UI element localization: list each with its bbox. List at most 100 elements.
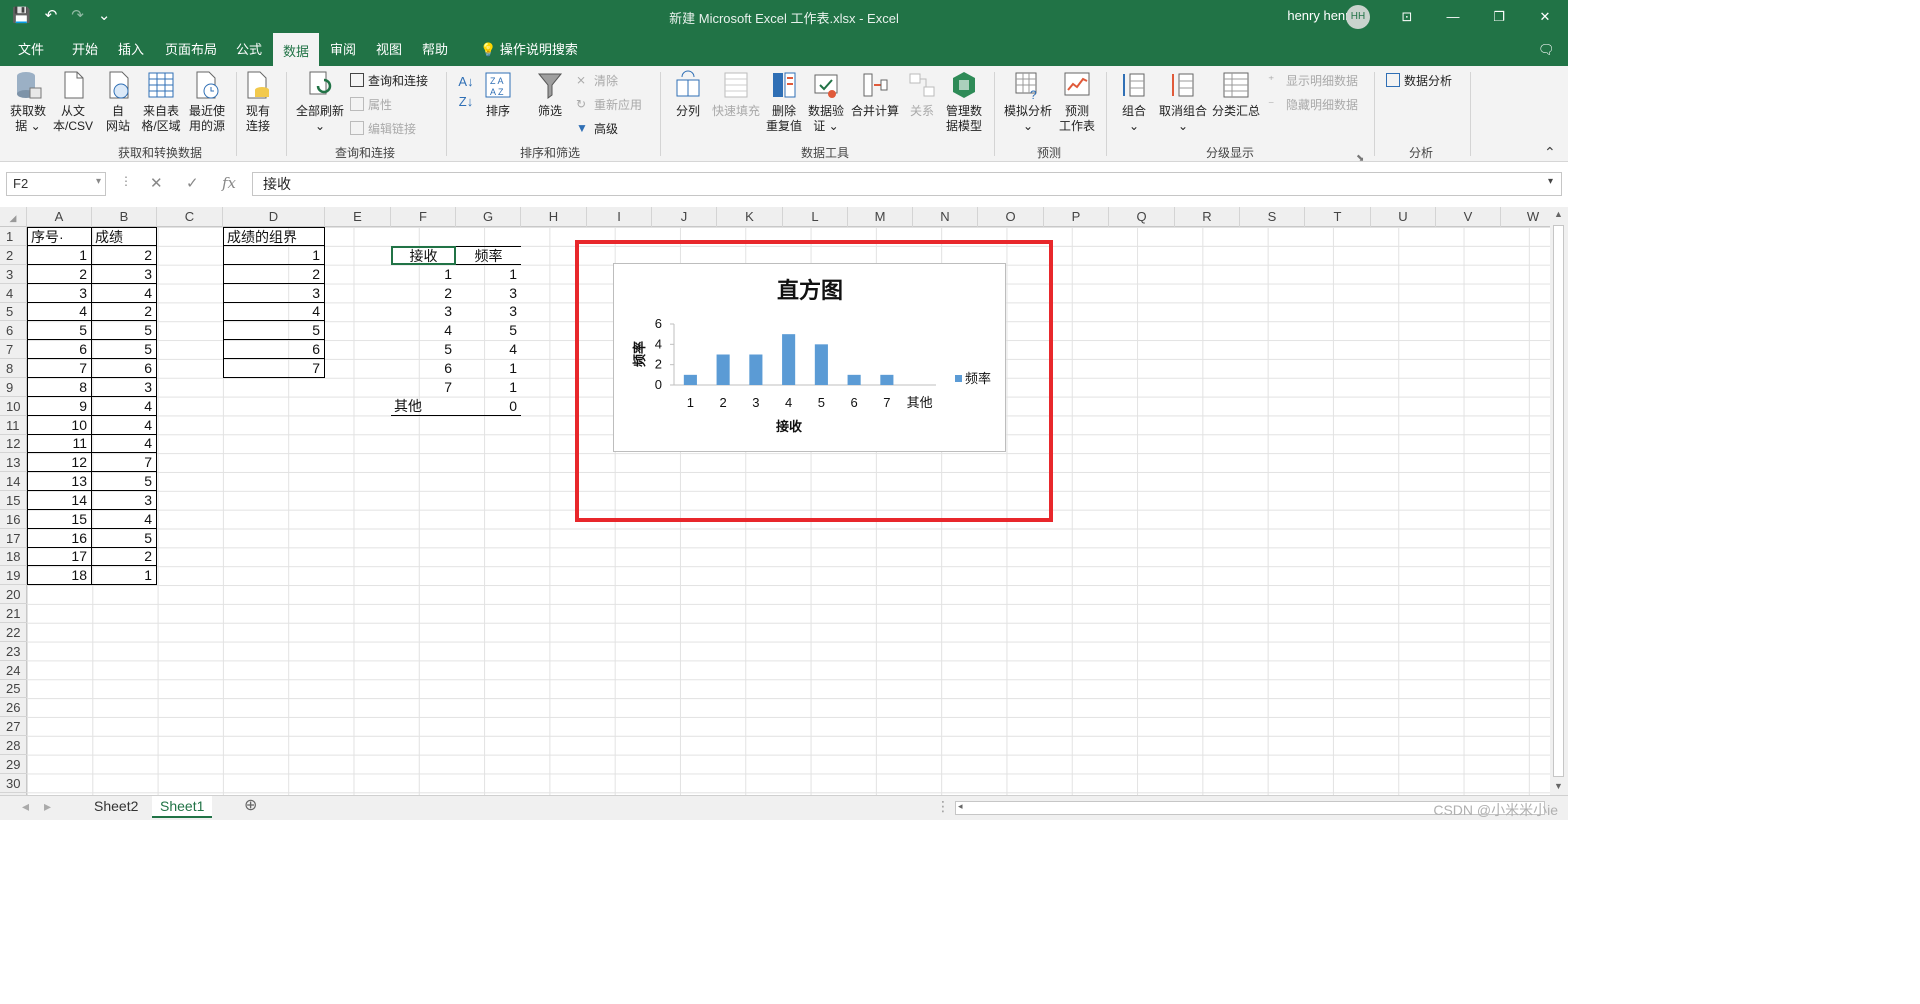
cell-a1[interactable]: 序号· (27, 227, 92, 246)
column-header-n[interactable]: N (913, 207, 978, 227)
cell-d1[interactable]: 成绩的组界 (223, 227, 325, 246)
cell-f2[interactable]: 接收 (391, 245, 456, 265)
row-header-20[interactable]: 20 (0, 585, 27, 605)
table-row-id[interactable]: 6 (27, 340, 92, 360)
data-validation-button[interactable]: 数据验 证 ⌄ (804, 70, 848, 134)
column-header-m[interactable]: M (848, 207, 913, 227)
subtotal-button[interactable]: 分类汇总 (1210, 70, 1262, 119)
row-header-8[interactable]: 8 (0, 359, 27, 378)
histogram-chart[interactable]: 直方图 0 2 4 6 1 2 3 4 5 6 7 其他 接收 频率 频率 (613, 263, 1006, 452)
properties-button[interactable]: 属性 (350, 94, 392, 114)
clear-button[interactable]: ⨯ 清除 (576, 70, 618, 90)
from-table-button[interactable]: 来自表 格/区域 (138, 70, 184, 134)
frequency-cell[interactable]: 5 (456, 321, 521, 340)
row-header-19[interactable]: 19 (0, 566, 27, 586)
scroll-up-icon[interactable]: ▲ (1554, 209, 1563, 219)
row-header-11[interactable]: 11 (0, 416, 27, 435)
from-csv-button[interactable]: 从文 本/CSV (50, 70, 96, 134)
row-header-13[interactable]: 13 (0, 453, 27, 473)
table-row-id[interactable]: 4 (27, 302, 92, 322)
column-header-l[interactable]: L (783, 207, 848, 227)
row-header-23[interactable]: 23 (0, 642, 27, 661)
table-row-score[interactable]: 4 (92, 509, 157, 529)
filter-button[interactable]: 筛选 (530, 70, 570, 119)
table-row-score[interactable]: 6 (92, 358, 157, 378)
add-sheet-icon[interactable]: ⊕ (236, 796, 265, 818)
restore-icon[interactable]: ❐ (1476, 0, 1522, 33)
bin-receive-cell[interactable]: 7 (391, 378, 456, 397)
column-header-k[interactable]: K (717, 207, 783, 227)
cell-g2[interactable]: 频率 (456, 245, 521, 265)
table-row-id[interactable]: 13 (27, 472, 92, 492)
row-header-27[interactable]: 27 (0, 717, 27, 737)
data-analysis-button[interactable]: 数据分析 (1386, 70, 1452, 90)
avatar[interactable]: HH (1346, 5, 1370, 29)
table-row-id[interactable]: 11 (27, 434, 92, 454)
sort-button[interactable]: Z AA Z 排序 (480, 70, 516, 119)
column-header-i[interactable]: I (587, 207, 652, 227)
minimize-icon[interactable]: — (1430, 0, 1476, 33)
bin-cell[interactable]: 3 (223, 283, 325, 303)
column-header-o[interactable]: O (978, 207, 1044, 227)
consolidate-button[interactable]: 合并计算 (848, 70, 902, 119)
table-row-id[interactable]: 1 (27, 245, 92, 265)
bin-cell[interactable]: 5 (223, 321, 325, 341)
row-header-14[interactable]: 14 (0, 472, 27, 492)
get-data-button[interactable]: 获取数 据 ⌄ (4, 70, 52, 134)
row-header-22[interactable]: 22 (0, 623, 27, 642)
row-header-9[interactable]: 9 (0, 378, 27, 397)
table-row-score[interactable]: 3 (92, 490, 157, 510)
sheet-tab-sheet2[interactable]: Sheet2 (86, 796, 146, 818)
row-header-1[interactable]: 1 (0, 227, 27, 246)
frequency-cell[interactable]: 3 (456, 302, 521, 321)
frequency-cell[interactable]: 4 (456, 340, 521, 359)
forecast-sheet-button[interactable]: 预测 工作表 (1056, 70, 1098, 134)
select-all-corner[interactable]: ◢ (0, 207, 27, 227)
row-header-2[interactable]: 2 (0, 246, 27, 265)
tell-me-search[interactable]: 💡 操作说明搜索 (470, 33, 588, 66)
column-header-w[interactable]: W (1501, 207, 1550, 227)
table-row-id[interactable]: 12 (27, 453, 92, 473)
name-box-dropdown-icon[interactable]: ▾ (96, 176, 101, 187)
column-header-d[interactable]: D (223, 207, 325, 227)
tab-review[interactable]: 审阅 (320, 33, 366, 66)
table-row-score[interactable]: 2 (92, 245, 157, 265)
bin-cell[interactable]: 4 (223, 302, 325, 322)
from-web-button[interactable]: 自 网站 (98, 70, 138, 134)
bin-receive-cell[interactable]: 其他 (391, 397, 456, 416)
enter-icon[interactable]: ✓ (186, 174, 199, 192)
bin-receive-cell[interactable]: 4 (391, 321, 456, 340)
bin-receive-cell[interactable]: 5 (391, 340, 456, 359)
next-sheet-icon[interactable]: ▸ (36, 796, 59, 818)
bin-receive-cell[interactable]: 1 (391, 265, 456, 284)
column-header-p[interactable]: P (1044, 207, 1109, 227)
tab-formulas[interactable]: 公式 (226, 33, 272, 66)
close-icon[interactable]: ✕ (1522, 0, 1568, 33)
column-header-f[interactable]: F (391, 207, 456, 227)
scroll-left-icon[interactable]: ◂ (958, 801, 963, 812)
row-header-28[interactable]: 28 (0, 736, 27, 755)
table-row-id[interactable]: 17 (27, 547, 92, 567)
table-row-id[interactable]: 2 (27, 264, 92, 284)
bin-receive-cell[interactable]: 2 (391, 284, 456, 303)
column-header-b[interactable]: B (92, 207, 157, 227)
table-row-score[interactable]: 3 (92, 264, 157, 284)
existing-connections-button[interactable]: 现有 连接 (238, 70, 278, 134)
row-header-12[interactable]: 12 (0, 434, 27, 454)
bin-cell[interactable]: 6 (223, 340, 325, 360)
row-header-21[interactable]: 21 (0, 604, 27, 623)
tab-data[interactable]: 数据 (273, 33, 320, 66)
queries-connections-button[interactable]: 查询和连接 (350, 70, 428, 90)
table-row-score[interactable]: 4 (92, 415, 157, 435)
table-row-id[interactable]: 15 (27, 509, 92, 529)
ungroup-button[interactable]: 取消组合 ⌄ (1156, 70, 1210, 134)
column-header-j[interactable]: J (652, 207, 717, 227)
manage-data-model-button[interactable]: 管理数 据模型 (942, 70, 986, 134)
group-button[interactable]: 组合 ⌄ (1116, 70, 1152, 134)
sheet-tab-sheet1[interactable]: Sheet1 (152, 796, 213, 818)
flash-fill-button[interactable]: 快速填充 (708, 70, 764, 119)
expand-formula-icon[interactable]: ▾ (1548, 176, 1553, 187)
table-row-score[interactable]: 2 (92, 302, 157, 322)
table-row-score[interactable]: 5 (92, 472, 157, 492)
advanced-filter-button[interactable]: ▼ 高级 (576, 118, 618, 138)
